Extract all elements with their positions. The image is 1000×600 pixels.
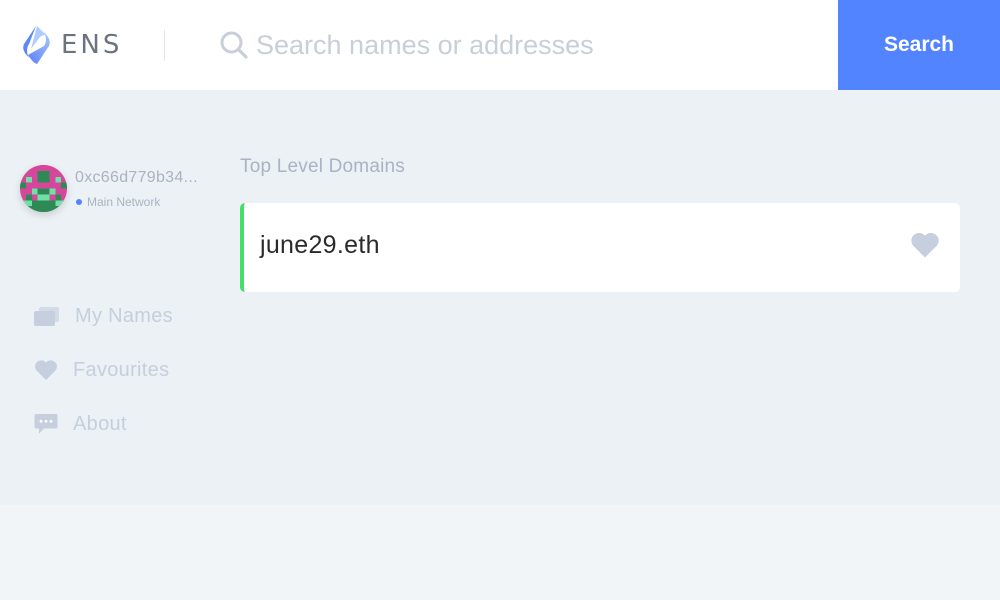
blockie-avatar-icon — [20, 165, 67, 212]
domain-name[interactable]: june29.eth — [260, 231, 380, 260]
ens-logo[interactable]: ENS — [20, 25, 122, 65]
search-input[interactable] — [256, 22, 826, 68]
sidebar-item-label: My Names — [75, 304, 173, 327]
header-divider — [164, 30, 165, 61]
heart-icon — [34, 359, 64, 381]
sidebar-item-about[interactable]: About — [34, 409, 127, 439]
favourite-heart-icon[interactable] — [910, 231, 940, 259]
network-indicator: Main Network — [76, 195, 160, 209]
sidebar-item-label: Favourites — [73, 358, 170, 381]
domain-card[interactable]: june29.eth — [240, 203, 960, 292]
sidebar-item-my-names[interactable]: My Names — [34, 301, 173, 331]
search-button[interactable]: Search — [838, 0, 1000, 90]
network-status-dot — [76, 199, 82, 205]
account-address[interactable]: 0xc66d779b34... — [75, 169, 215, 187]
section-title: Top Level Domains — [240, 156, 405, 177]
logo-text: ENS — [61, 30, 123, 60]
sidebar-item-favourites[interactable]: Favourites — [34, 355, 169, 385]
speech-bubble-icon — [34, 413, 64, 435]
account-info: 0xc66d779b34... Main Network — [20, 165, 220, 215]
ens-logo-icon — [23, 26, 50, 64]
stacked-cards-icon — [34, 305, 64, 327]
avatar — [20, 165, 67, 212]
top-header: ENS Search — [0, 0, 1000, 90]
network-label: Main Network — [87, 195, 161, 209]
sidebar-item-label: About — [73, 412, 127, 435]
main-content-area — [0, 90, 1000, 505]
search-icon — [220, 31, 248, 59]
